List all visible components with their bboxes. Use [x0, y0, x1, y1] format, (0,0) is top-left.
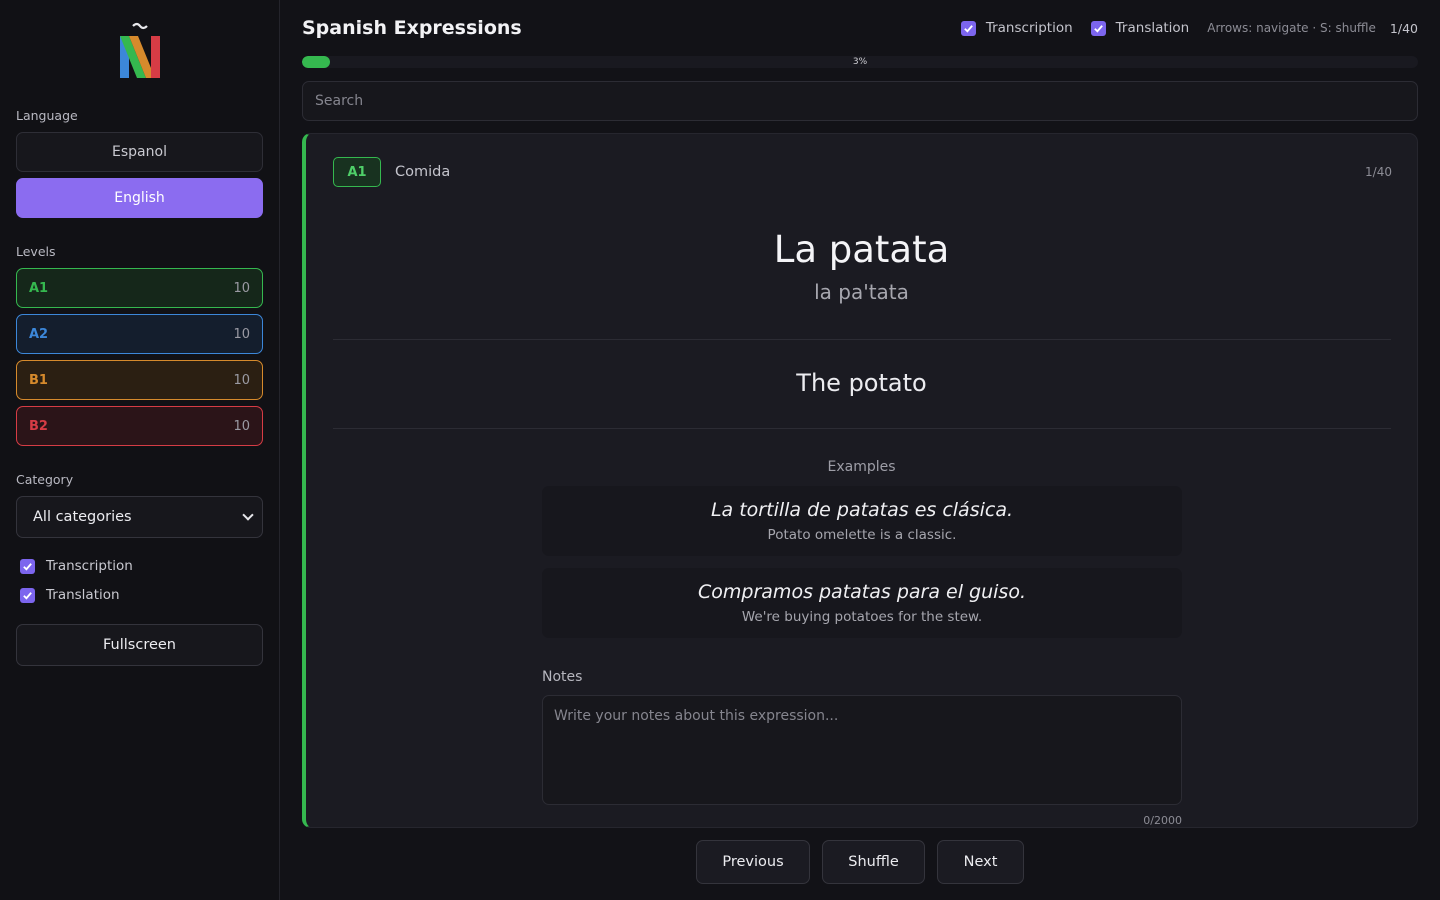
previous-button[interactable]: Previous	[696, 840, 810, 884]
category-select[interactable]: All categories	[16, 496, 263, 538]
notes-textarea[interactable]	[542, 695, 1182, 805]
page-title: Spanish Expressions	[302, 17, 522, 39]
checkbox-checked-icon[interactable]	[960, 20, 976, 36]
progress-bar-fill	[302, 56, 330, 68]
sidebar: Language Espanol English Levels A1 10 A2…	[0, 0, 280, 900]
level-button-b2[interactable]: B2 10	[16, 406, 263, 446]
expression-card: A1 Comida 1/40 La patata la pa'tata The …	[302, 133, 1418, 828]
example-spanish: Compramos patatas para el guiso.	[698, 581, 1026, 603]
card-category: Comida	[395, 164, 451, 180]
checkbox-checked-icon[interactable]	[1090, 20, 1106, 36]
level-count: 10	[233, 326, 250, 342]
level-badge: A1	[333, 157, 381, 187]
expression-transcription: la pa'tata	[814, 280, 909, 304]
header-transcription-checkbox[interactable]: Transcription	[960, 20, 1073, 36]
header-controls: Transcription Translation Arrows: naviga…	[960, 20, 1418, 36]
level-name: A1	[29, 280, 49, 296]
notes-char-count: 0/2000	[1143, 814, 1182, 827]
checkbox-label: Translation	[46, 587, 120, 603]
level-name: A2	[29, 326, 49, 342]
example-english: We're buying potatoes for the stew.	[741, 609, 983, 625]
checkbox-checked-icon[interactable]	[20, 587, 35, 603]
expression-translation: The potato	[796, 369, 927, 397]
search-input[interactable]	[302, 81, 1418, 121]
example-english: Potato omelette is a classic.	[767, 527, 957, 543]
language-label: Language	[16, 108, 78, 123]
next-button[interactable]: Next	[937, 840, 1024, 884]
divider	[333, 339, 1391, 340]
levels-label: Levels	[16, 244, 56, 259]
divider	[333, 428, 1391, 429]
category-label: Category	[16, 472, 74, 487]
sidebar-translation-checkbox[interactable]: Translation	[20, 587, 120, 603]
fullscreen-button[interactable]: Fullscreen	[16, 624, 263, 666]
chevron-down-icon	[242, 509, 254, 521]
card-counter: 1/40	[1365, 165, 1392, 179]
sidebar-transcription-checkbox[interactable]: Transcription	[20, 558, 133, 574]
checkbox-label: Transcription	[985, 20, 1073, 36]
app-logo-icon	[120, 22, 160, 78]
level-count: 10	[233, 280, 250, 296]
level-button-a1[interactable]: A1 10	[16, 268, 263, 308]
level-name: B2	[29, 418, 48, 434]
progress-bar	[302, 56, 1418, 68]
language-button-espanol[interactable]: Espanol	[16, 132, 263, 172]
category-select-value: All categories	[33, 509, 132, 525]
example-item: Compramos patatas para el guiso. We're b…	[542, 568, 1182, 638]
example-item: La tortilla de patatas es clásica. Potat…	[542, 486, 1182, 556]
checkbox-checked-icon[interactable]	[20, 558, 35, 574]
level-button-b1[interactable]: B1 10	[16, 360, 263, 400]
level-count: 10	[233, 418, 250, 434]
level-name: B1	[29, 372, 48, 388]
examples-title: Examples	[827, 459, 896, 475]
checkbox-label: Translation	[1115, 20, 1190, 36]
shuffle-button[interactable]: Shuffle	[822, 840, 925, 884]
expression-word: La patata	[773, 228, 950, 271]
example-spanish: La tortilla de patatas es clásica.	[710, 499, 1014, 521]
header-translation-checkbox[interactable]: Translation	[1090, 20, 1190, 36]
keyboard-hint: Arrows: navigate · S: shuffle	[1207, 21, 1376, 35]
language-button-english[interactable]: English	[16, 178, 263, 218]
level-button-a2[interactable]: A2 10	[16, 314, 263, 354]
notes-label: Notes	[542, 669, 583, 685]
checkbox-label: Transcription	[46, 558, 133, 574]
header-counter: 1/40	[1389, 20, 1418, 36]
level-count: 10	[233, 372, 250, 388]
